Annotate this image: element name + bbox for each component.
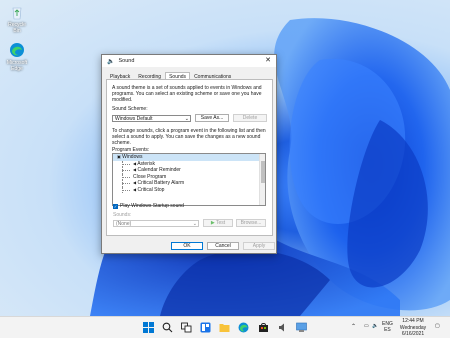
scheme-value: Windows Default <box>115 116 153 122</box>
browse-button[interactable]: Browse... <box>236 219 266 227</box>
desktop-icon-recycle-bin[interactable]: Recycle Bin <box>4 4 30 34</box>
windows-logo-icon: ▣ <box>117 154 121 159</box>
widgets-icon[interactable] <box>200 322 211 333</box>
sounds-select[interactable]: (None) ⌄ <box>113 220 199 227</box>
scheme-label: Sound Scheme: <box>112 106 148 112</box>
edge-icon <box>9 42 25 58</box>
speaker-icon: ◀ <box>133 160 137 166</box>
clock-date: 6/16/2021 <box>401 331 425 337</box>
dialog-titlebar[interactable]: 🔈 Sound ✕ <box>102 55 276 67</box>
clock[interactable]: 12:44 PM Wednesday 6/16/2021 <box>396 318 430 338</box>
task-view-icon[interactable] <box>181 322 192 333</box>
desktop-icon-edge[interactable]: Microsoft Edge <box>4 42 30 72</box>
sound-dialog: 🔈 Sound ✕ Playback Recording Sounds Comm… <box>101 54 277 254</box>
edge-icon[interactable] <box>238 322 249 333</box>
search-icon[interactable] <box>162 322 173 333</box>
intro-text: A sound theme is a set of sounds applied… <box>112 85 262 103</box>
sounds-value: (None) <box>116 221 132 227</box>
edge-label: Microsoft Edge <box>6 60 28 72</box>
recycle-bin-label: Recycle Bin <box>8 22 26 34</box>
close-icon[interactable]: ✕ <box>260 55 276 67</box>
ok-button[interactable]: OK <box>171 242 203 250</box>
startup-sound-checkbox[interactable]: ✓ <box>113 204 118 209</box>
control-panel-icon[interactable] <box>296 322 307 333</box>
apply-button[interactable]: Apply <box>243 242 275 250</box>
start-icon[interactable] <box>143 322 154 333</box>
play-icon: ▶ <box>210 220 215 226</box>
speaker-icon: ◀ <box>133 186 137 192</box>
language-indicator[interactable]: ENG ES <box>382 321 393 333</box>
speaker-icon: ◀ <box>133 180 137 185</box>
scrollbar-thumb[interactable] <box>261 161 265 183</box>
dialog-title: Sound <box>118 58 135 64</box>
sound-app-icon[interactable] <box>277 322 288 333</box>
recycle-bin-icon <box>9 4 25 20</box>
chevron-down-icon: ⌄ <box>184 116 189 122</box>
keyboard-code: ES <box>384 327 391 333</box>
store-icon[interactable] <box>258 322 269 333</box>
notification-icon[interactable]: ▢ <box>435 323 440 329</box>
taskbar: ⌃ ▭ 🔈 ENG ES 12:44 PM Wednesday 6/16/202… <box>0 316 450 338</box>
program-events-list[interactable]: ▣ Windows ◀ Asterisk ◀ Calendar Reminder… <box>112 153 266 206</box>
speaker-icon: ◀ <box>133 167 137 172</box>
list-scrollbar[interactable] <box>259 154 265 205</box>
test-button[interactable]: ▶ Test <box>203 219 233 227</box>
startup-sound-label: Play Windows Startup sound <box>120 203 184 209</box>
clock-day: Wednesday <box>399 324 427 331</box>
change-text: To change sounds, click a program event … <box>112 128 266 146</box>
cancel-button[interactable]: Cancel <box>207 242 239 250</box>
network-icon[interactable]: ▭ <box>364 323 369 329</box>
list-item[interactable]: ◀ Critical Stop <box>113 186 265 194</box>
sounds-label: Sounds: <box>113 212 132 218</box>
save-as-button[interactable]: Save As... <box>195 114 229 122</box>
scheme-select[interactable]: Windows Default ⌄ <box>112 115 191 122</box>
delete-button[interactable]: Delete <box>233 114 267 122</box>
chevron-down-icon: ⌄ <box>192 221 197 227</box>
volume-icon[interactable]: 🔈 <box>372 323 378 329</box>
file-explorer-icon[interactable] <box>219 322 230 333</box>
clock-time: 12:44 PM <box>402 318 424 324</box>
speaker-icon: 🔈 <box>107 58 115 65</box>
chevron-up-icon[interactable]: ⌃ <box>351 324 356 330</box>
